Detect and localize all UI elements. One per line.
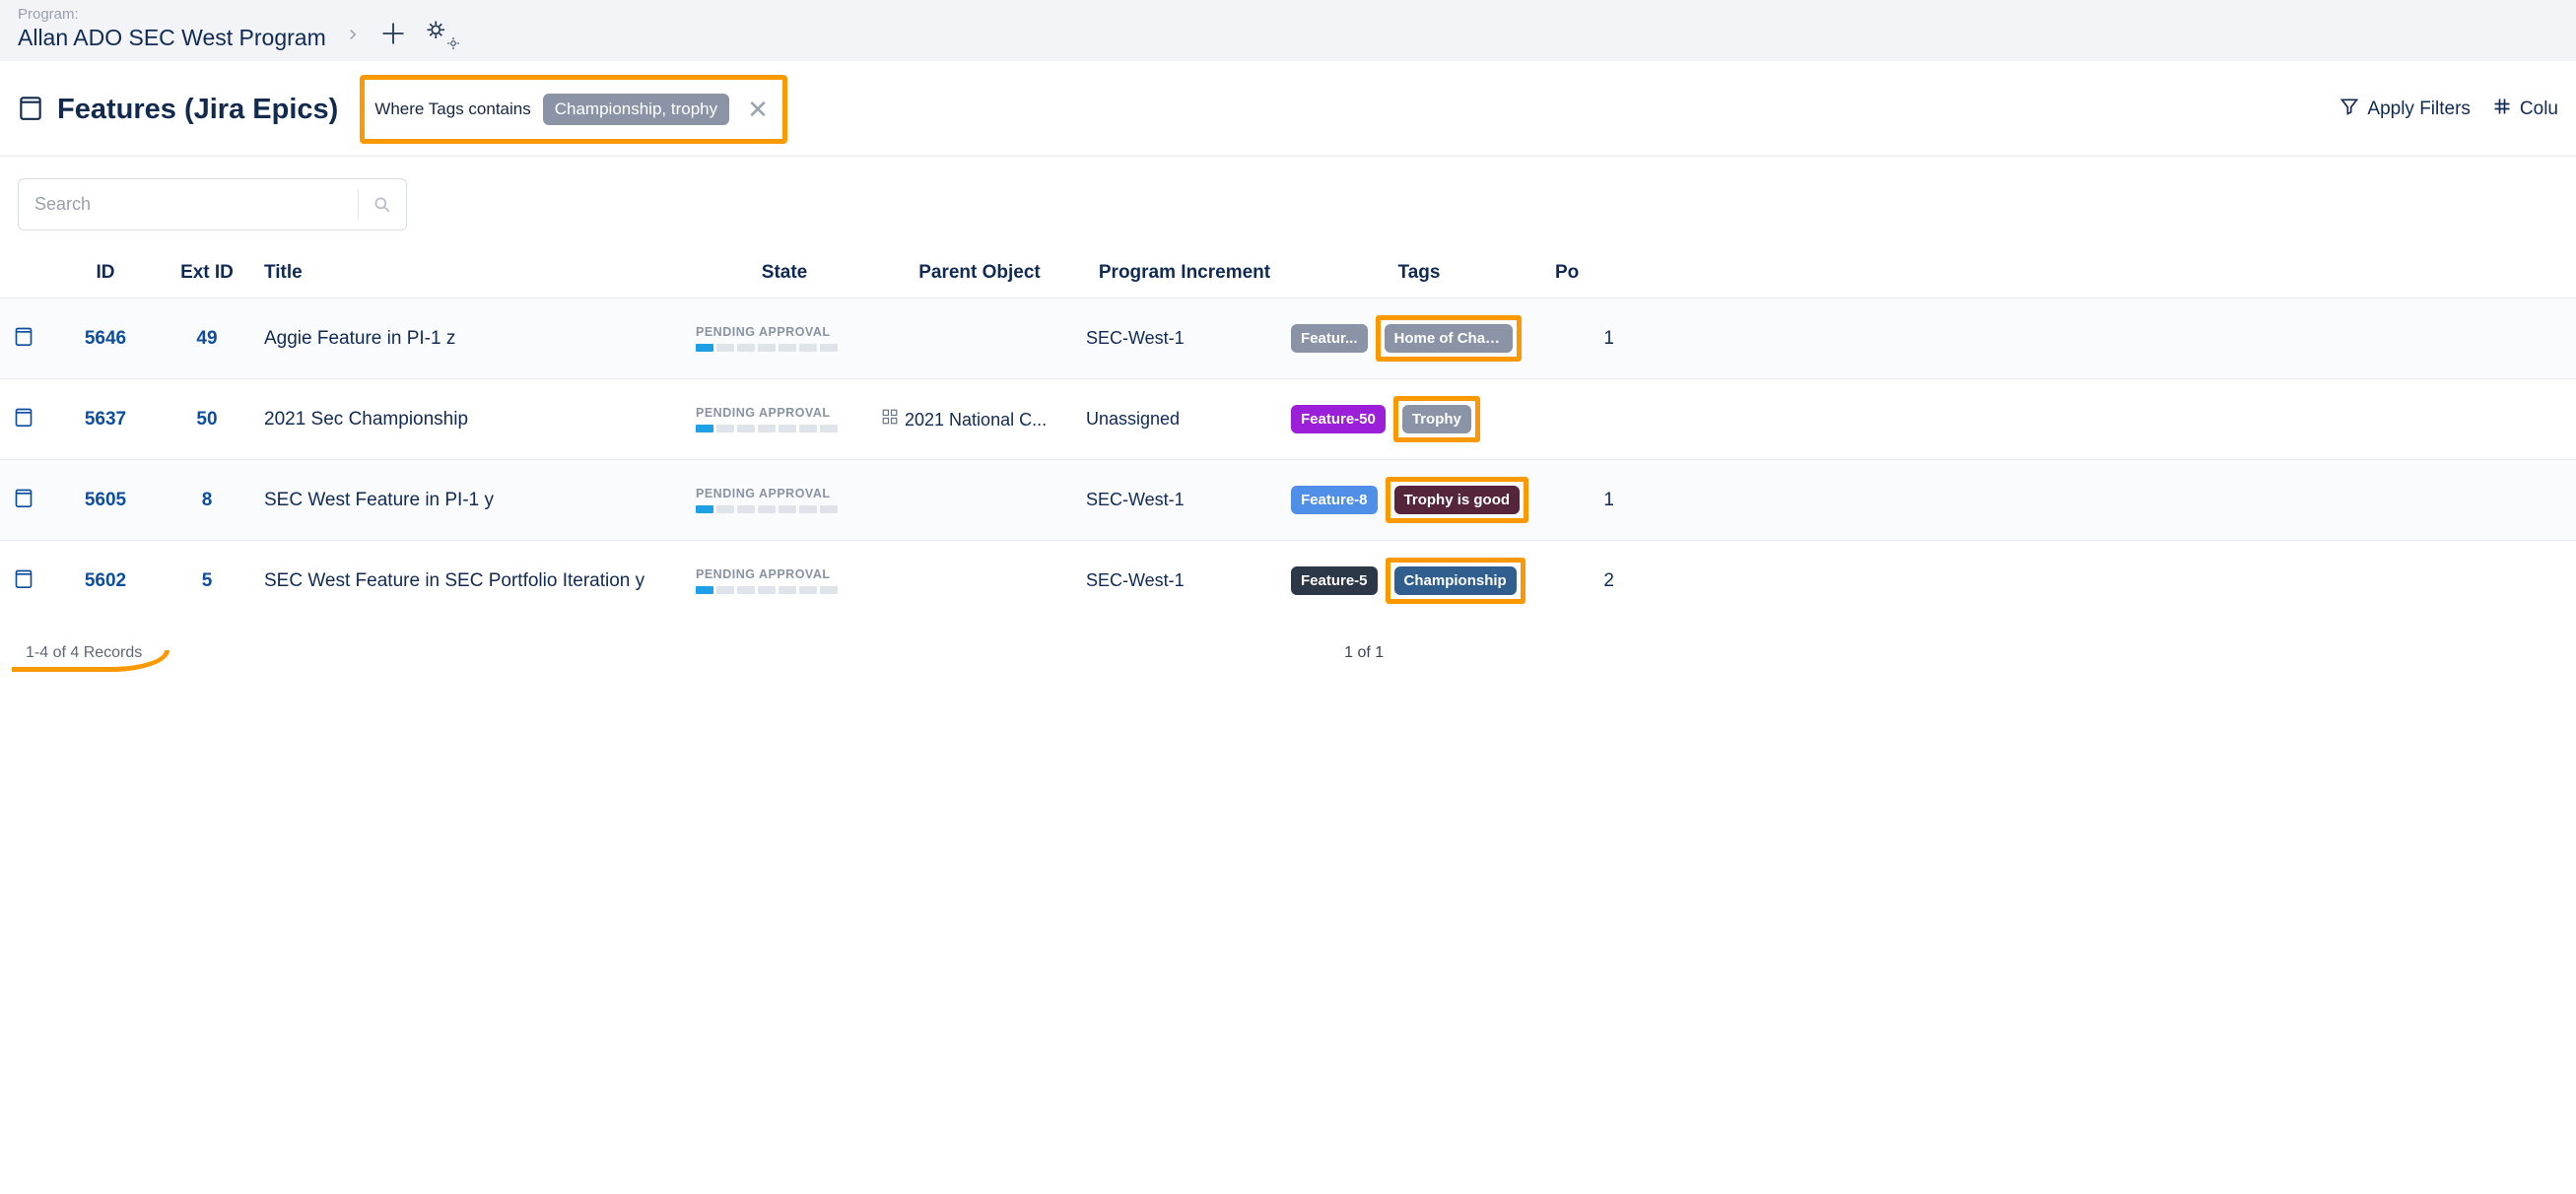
apply-filters-button[interactable]: Apply Filters (2339, 97, 2471, 122)
search-input[interactable] (19, 194, 358, 215)
filter-chip[interactable]: Championship, trophy (543, 94, 729, 125)
container-icon (14, 405, 53, 433)
cell-program-increment[interactable]: Unassigned (1086, 409, 1283, 430)
state-label: PENDING APPROVAL (696, 325, 873, 339)
grid-icon (2492, 97, 2512, 122)
page-heading-row: Features (Jira Epics) Where Tags contain… (0, 61, 2576, 157)
cell-ext-id[interactable]: 49 (158, 328, 256, 350)
cell-state: PENDING APPROVAL (696, 567, 873, 594)
table-row[interactable]: 5646 49 Aggie Feature in PI-1 z PENDING APP… (0, 298, 2576, 378)
cell-parent[interactable]: 2021 National C... (881, 408, 1078, 431)
filter-prefix: Where Tags contains (374, 100, 530, 119)
col-state[interactable]: State (696, 262, 873, 284)
cell-points: 1 (1555, 490, 1614, 511)
state-label: PENDING APPROVAL (696, 567, 873, 581)
cell-id[interactable]: 5602 (61, 570, 150, 592)
progress-bar (696, 344, 873, 352)
cell-state: PENDING APPROVAL (696, 487, 873, 513)
apply-filters-label: Apply Filters (2367, 99, 2471, 120)
tag-chip[interactable]: Featur... (1291, 324, 1368, 353)
search-icon[interactable] (359, 195, 406, 215)
gears-icon[interactable] (425, 19, 454, 48)
cell-points: 2 (1555, 570, 1614, 592)
col-tags[interactable]: Tags (1291, 262, 1547, 284)
cell-title[interactable]: 2021 Sec Championship (264, 409, 688, 431)
table-row[interactable]: 5602 5 SEC West Feature in SEC Portfolio I… (0, 540, 2576, 621)
search-field[interactable] (18, 178, 407, 231)
cell-tags: Feature-5 Championship (1291, 558, 1547, 604)
columns-button[interactable]: Colu (2492, 97, 2558, 122)
col-title[interactable]: Title (264, 262, 688, 284)
tag-chip[interactable]: Championship (1394, 566, 1517, 595)
container-icon (14, 486, 53, 514)
col-parent[interactable]: Parent Object (881, 262, 1078, 284)
annotation-highlight: Championship (1386, 558, 1525, 604)
close-icon[interactable]: ✕ (747, 95, 769, 125)
tag-chip[interactable]: Home of Champi... (1385, 324, 1513, 353)
col-ext[interactable]: Ext ID (158, 262, 256, 284)
tag-chip[interactable]: Trophy is good (1394, 486, 1521, 514)
cell-points: 1 (1555, 328, 1614, 350)
table-footer: 1-4 of 4 Records 1 of 1 (0, 621, 2576, 674)
table-row[interactable]: 5605 8 SEC West Feature in PI-1 y PENDING A… (0, 459, 2576, 540)
tag-chip[interactable]: Trophy (1402, 405, 1471, 433)
table-row[interactable]: 5637 50 2021 Sec Championship PENDING APPRO… (0, 378, 2576, 459)
funnel-icon (2339, 97, 2359, 122)
cell-id[interactable]: 5637 (61, 409, 150, 431)
cell-title[interactable]: SEC West Feature in SEC Portfolio Iterat… (264, 570, 688, 592)
breadcrumb-value: Allan ADO SEC West Program (18, 25, 326, 51)
cell-tags: Featur... Home of Champi... (1291, 315, 1547, 362)
breadcrumb[interactable]: Program: Allan ADO SEC West Program (18, 6, 326, 51)
progress-bar (696, 425, 873, 432)
cell-program-increment[interactable]: SEC-West-1 (1086, 570, 1283, 591)
annotation-underline (12, 650, 169, 672)
cell-tags: Feature-50 Trophy (1291, 396, 1547, 442)
cell-title[interactable]: SEC West Feature in PI-1 y (264, 490, 688, 511)
features-table: ID Ext ID Title State Parent Object Prog… (0, 240, 2576, 621)
cell-state: PENDING APPROVAL (696, 325, 873, 352)
annotation-highlight: Trophy (1393, 396, 1480, 442)
annotation-highlight: Trophy is good (1386, 477, 1529, 523)
progress-bar (696, 586, 873, 594)
table-header: ID Ext ID Title State Parent Object Prog… (0, 240, 2576, 298)
breadcrumb-label: Program: (18, 6, 326, 23)
tag-chip[interactable]: Feature-8 (1291, 486, 1378, 514)
progress-bar (696, 505, 873, 513)
pager: 1 of 1 (1344, 644, 1384, 662)
breadcrumb-bar: Program: Allan ADO SEC West Program (0, 0, 2576, 61)
state-label: PENDING APPROVAL (696, 487, 873, 500)
grid-icon (881, 410, 899, 430)
active-filter: Where Tags contains Championship, trophy… (360, 75, 787, 144)
cell-ext-id[interactable]: 5 (158, 570, 256, 592)
chevron-right-icon (344, 26, 362, 48)
annotation-highlight: Home of Champi... (1376, 315, 1522, 362)
search-row (0, 157, 2576, 240)
container-icon (14, 566, 53, 595)
columns-label: Colu (2520, 99, 2558, 120)
page-title: Features (Jira Epics) (57, 94, 338, 126)
container-icon (14, 324, 53, 353)
cell-program-increment[interactable]: SEC-West-1 (1086, 328, 1283, 349)
col-last[interactable]: Po (1555, 262, 1614, 284)
container-icon (18, 93, 43, 127)
cell-id[interactable]: 5646 (61, 328, 150, 350)
cell-program-increment[interactable]: SEC-West-1 (1086, 490, 1283, 510)
cell-title[interactable]: Aggie Feature in PI-1 z (264, 328, 688, 350)
plus-icon[interactable] (379, 20, 407, 47)
cell-id[interactable]: 5605 (61, 490, 150, 511)
state-label: PENDING APPROVAL (696, 406, 873, 420)
col-id[interactable]: ID (61, 262, 150, 284)
cell-ext-id[interactable]: 8 (158, 490, 256, 511)
cell-tags: Feature-8 Trophy is good (1291, 477, 1547, 523)
col-pi[interactable]: Program Increment (1086, 262, 1283, 284)
tag-chip[interactable]: Feature-50 (1291, 405, 1386, 433)
cell-state: PENDING APPROVAL (696, 406, 873, 432)
cell-ext-id[interactable]: 50 (158, 409, 256, 431)
tag-chip[interactable]: Feature-5 (1291, 566, 1378, 595)
parent-label: 2021 National C... (905, 410, 1047, 430)
